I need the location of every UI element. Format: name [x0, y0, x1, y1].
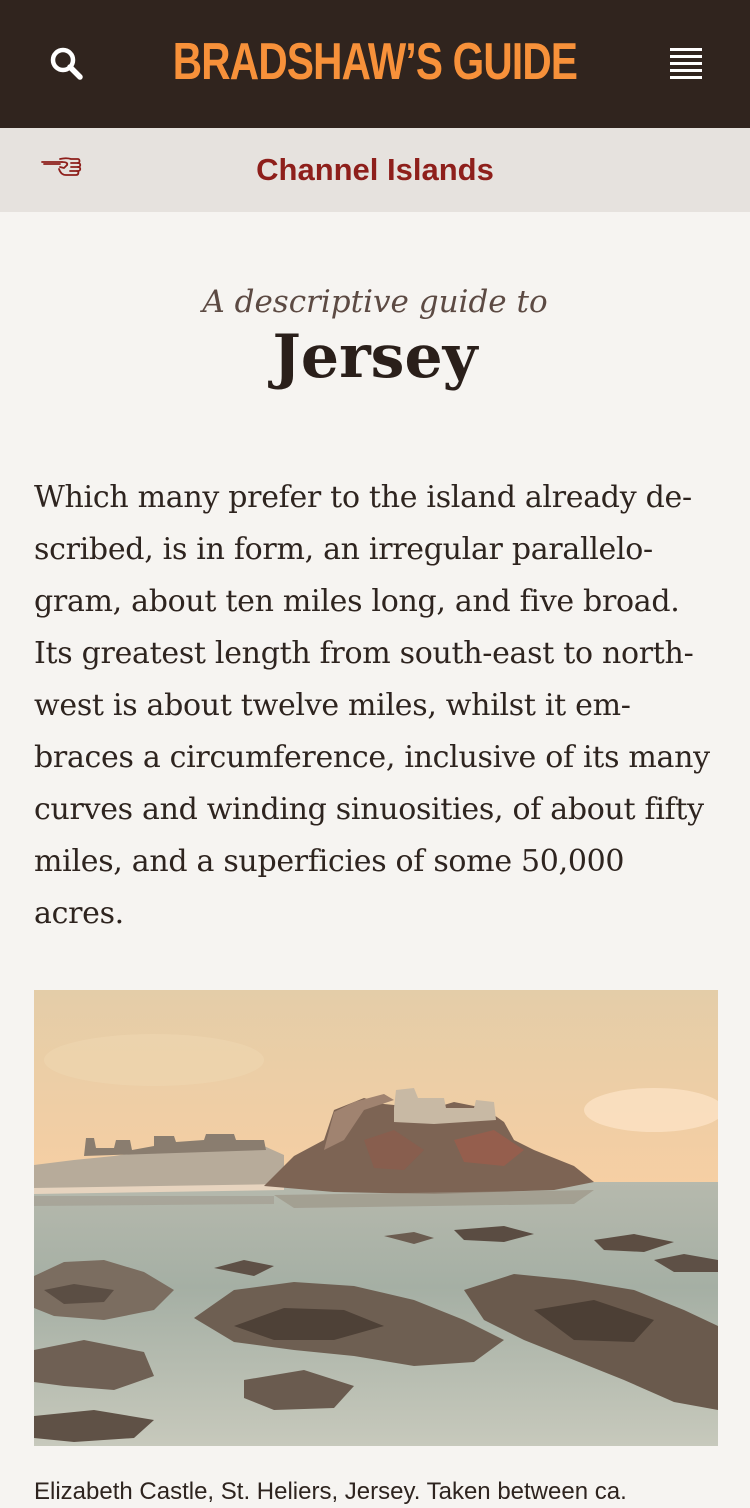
- top-bar: [0, 0, 750, 128]
- back-to-section-button[interactable]: [38, 150, 84, 184]
- pointing-hand-icon: [41, 157, 82, 176]
- page-kicker: A descriptive guide to: [202, 284, 548, 320]
- photo-caption: Elizabeth Castle, St. Heliers, Jersey. T…: [34, 1478, 627, 1505]
- intro-paragraph: Which many prefer to the island already …: [34, 480, 710, 931]
- section-bar: [0, 128, 750, 212]
- page-title: Jersey: [272, 322, 478, 392]
- menu-button[interactable]: [664, 44, 708, 84]
- elizabeth-castle-photo: [34, 990, 718, 1446]
- search-button[interactable]: [44, 42, 88, 86]
- search-icon: [50, 47, 83, 80]
